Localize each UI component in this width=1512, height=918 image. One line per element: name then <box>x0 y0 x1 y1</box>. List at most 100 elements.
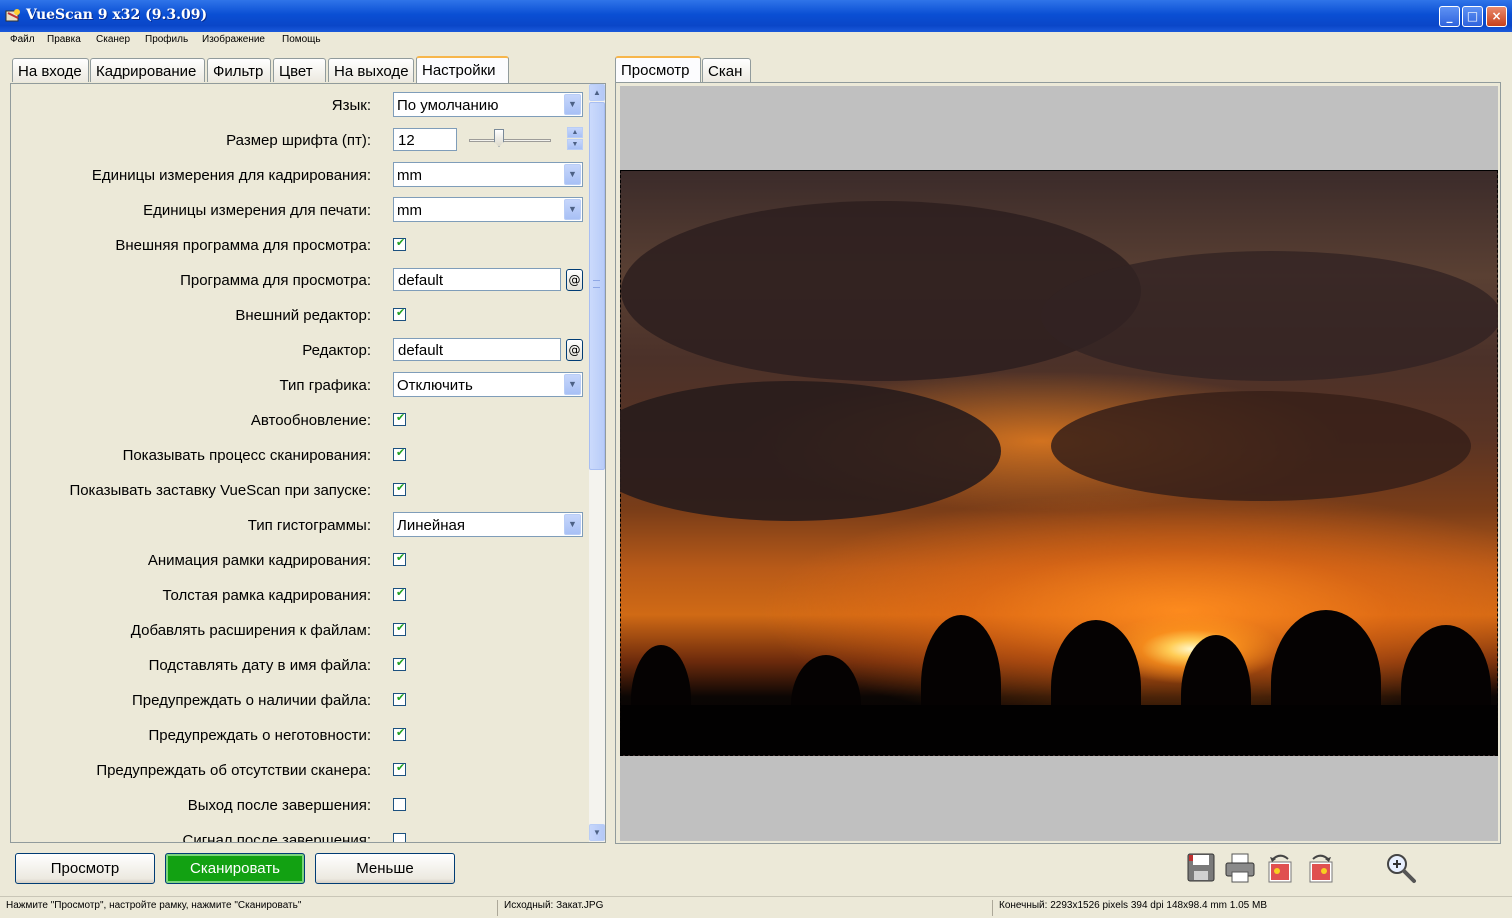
tab-input[interactable]: На входе <box>12 58 89 82</box>
spin-up-icon[interactable]: ▲ <box>567 127 583 138</box>
exit-when-done-checkbox[interactable] <box>393 798 406 811</box>
auto-update-label: Автообновление: <box>250 412 371 429</box>
vuescan-app-icon[interactable] <box>5 8 21 24</box>
menu-help[interactable]: Помощь <box>282 34 321 45</box>
external-editor-label: Внешний редактор: <box>235 307 371 324</box>
exit-when-done-row: Выход после завершения: <box>11 789 591 824</box>
checkmark-icon: ✔ <box>396 446 406 459</box>
scroll-up-icon[interactable]: ▲ <box>589 84 605 101</box>
warn-file-exists-checkbox[interactable]: ✔ <box>393 691 406 706</box>
graph-type-select[interactable]: Отключить ▼ <box>393 372 583 397</box>
dropdown-arrow-icon[interactable]: ▼ <box>564 374 581 395</box>
scroll-down-icon[interactable]: ▼ <box>589 824 605 841</box>
language-label: Язык: <box>331 97 371 114</box>
menu-edit[interactable]: Правка <box>47 34 81 45</box>
save-icon[interactable] <box>1186 852 1218 884</box>
tab-preview[interactable]: Просмотр <box>615 56 701 83</box>
dropdown-arrow-icon[interactable]: ▼ <box>564 164 581 185</box>
checkmark-icon: ✔ <box>396 726 406 739</box>
viewer-browse-button[interactable]: @ <box>566 269 583 291</box>
warn-no-scanner-label: Предупреждать об отсутствии сканера: <box>96 762 371 779</box>
preview-area[interactable] <box>620 86 1498 841</box>
show-progress-row: Показывать процесс сканирования: ✔ <box>11 439 591 474</box>
menu-profile[interactable]: Профиль <box>145 34 188 45</box>
maximize-button[interactable]: □ <box>1462 6 1483 27</box>
status-source: Исходный: Закат.JPG <box>497 900 603 916</box>
external-editor-checkbox[interactable]: ✔ <box>393 306 406 321</box>
photo-cloud <box>620 381 1001 521</box>
warn-file-exists-row: Предупреждать о наличии файла: ✔ <box>11 684 591 719</box>
menu-file[interactable]: Файл <box>10 34 35 45</box>
crop-units-select[interactable]: mm ▼ <box>393 162 583 187</box>
font-size-input[interactable]: 12 <box>393 128 457 151</box>
rotate-left-icon[interactable] <box>1264 852 1296 884</box>
warn-not-ready-checkbox[interactable]: ✔ <box>393 726 406 741</box>
settings-scrollbar[interactable]: ▲ ▼ <box>588 84 605 842</box>
title-bar: VueScan 9 x32 (9.3.09) _ □ × <box>0 0 1512 32</box>
menu-image[interactable]: Изображение <box>202 34 265 45</box>
thick-crop-checkbox[interactable]: ✔ <box>393 586 406 601</box>
font-size-slider-track[interactable] <box>469 139 551 142</box>
external-viewer-checkbox[interactable]: ✔ <box>393 236 406 251</box>
histogram-type-select[interactable]: Линейная ▼ <box>393 512 583 537</box>
checkmark-icon: ✔ <box>396 691 406 704</box>
auto-update-checkbox[interactable]: ✔ <box>393 411 406 426</box>
thick-crop-row: Толстая рамка кадрирования: ✔ <box>11 579 591 614</box>
warn-no-scanner-checkbox[interactable]: ✔ <box>393 761 406 776</box>
dropdown-arrow-icon[interactable]: ▼ <box>564 94 581 115</box>
show-splash-checkbox[interactable]: ✔ <box>393 481 406 496</box>
language-value: По умолчанию <box>397 97 499 114</box>
histogram-type-row: Тип гистограммы: Линейная ▼ <box>11 509 591 544</box>
scan-button[interactable]: Сканировать <box>165 853 305 884</box>
menu-scanner[interactable]: Сканер <box>96 34 130 45</box>
font-size-slider-thumb[interactable] <box>494 129 504 147</box>
language-select[interactable]: По умолчанию ▼ <box>393 92 583 117</box>
editor-input[interactable]: default <box>393 338 561 361</box>
add-extensions-checkbox[interactable]: ✔ <box>393 621 406 636</box>
minimize-button[interactable]: _ <box>1439 6 1460 27</box>
zoom-in-icon[interactable] <box>1385 852 1417 884</box>
checkmark-icon: ✔ <box>396 481 406 494</box>
dropdown-arrow-icon[interactable]: ▼ <box>564 199 581 220</box>
dropdown-arrow-icon[interactable]: ▼ <box>564 514 581 535</box>
show-progress-checkbox[interactable]: ✔ <box>393 446 406 461</box>
tab-scan[interactable]: Скан <box>702 58 751 82</box>
less-button[interactable]: Меньше <box>315 853 455 884</box>
crop-units-label: Единицы измерения для кадрирования: <box>91 167 371 184</box>
font-size-spinner[interactable]: ▲ ▼ <box>567 127 583 151</box>
beep-when-done-label: Сигнал после завершения: <box>182 832 372 843</box>
beep-when-done-checkbox[interactable] <box>393 833 406 842</box>
add-extensions-row: Добавлять расширения к файлам: ✔ <box>11 614 591 649</box>
photo-cloud <box>1041 251 1498 381</box>
date-in-filename-row: Подставлять дату в имя файла: ✔ <box>11 649 591 684</box>
checkmark-icon: ✔ <box>396 621 406 634</box>
tab-settings[interactable]: Настройки <box>416 56 509 83</box>
tab-crop[interactable]: Кадрирование <box>90 58 205 82</box>
spin-down-icon[interactable]: ▼ <box>567 139 583 150</box>
print-units-select[interactable]: mm ▼ <box>393 197 583 222</box>
scrollbar-grip-icon <box>593 280 600 288</box>
warn-no-scanner-row: Предупреждать об отсутствии сканера: ✔ <box>11 754 591 789</box>
preview-button[interactable]: Просмотр <box>15 853 155 884</box>
tab-filter[interactable]: Фильтр <box>207 58 271 82</box>
checkmark-icon: ✔ <box>396 656 406 669</box>
date-in-filename-checkbox[interactable]: ✔ <box>393 656 406 671</box>
editor-browse-button[interactable]: @ <box>566 339 583 361</box>
tab-output[interactable]: На выходе <box>328 58 414 82</box>
print-units-value: mm <box>397 202 422 219</box>
status-hint: Нажмите "Просмотр", настройте рамку, наж… <box>6 900 302 911</box>
viewer-program-input[interactable]: default <box>393 268 561 291</box>
thick-crop-label: Толстая рамка кадрирования: <box>162 587 371 604</box>
photo-ground <box>621 705 1497 755</box>
checkmark-icon: ✔ <box>396 761 406 774</box>
status-bar: Нажмите "Просмотр", настройте рамку, наж… <box>0 896 1512 918</box>
checkmark-icon: ✔ <box>396 236 406 249</box>
preview-image[interactable] <box>620 170 1498 756</box>
tab-color[interactable]: Цвет <box>273 58 326 82</box>
histogram-type-value: Линейная <box>397 517 465 534</box>
beep-when-done-row: Сигнал после завершения: <box>11 824 591 843</box>
rotate-right-icon[interactable] <box>1305 852 1337 884</box>
close-button[interactable]: × <box>1486 6 1507 27</box>
animate-crop-checkbox[interactable]: ✔ <box>393 551 406 566</box>
print-icon[interactable] <box>1224 852 1256 884</box>
